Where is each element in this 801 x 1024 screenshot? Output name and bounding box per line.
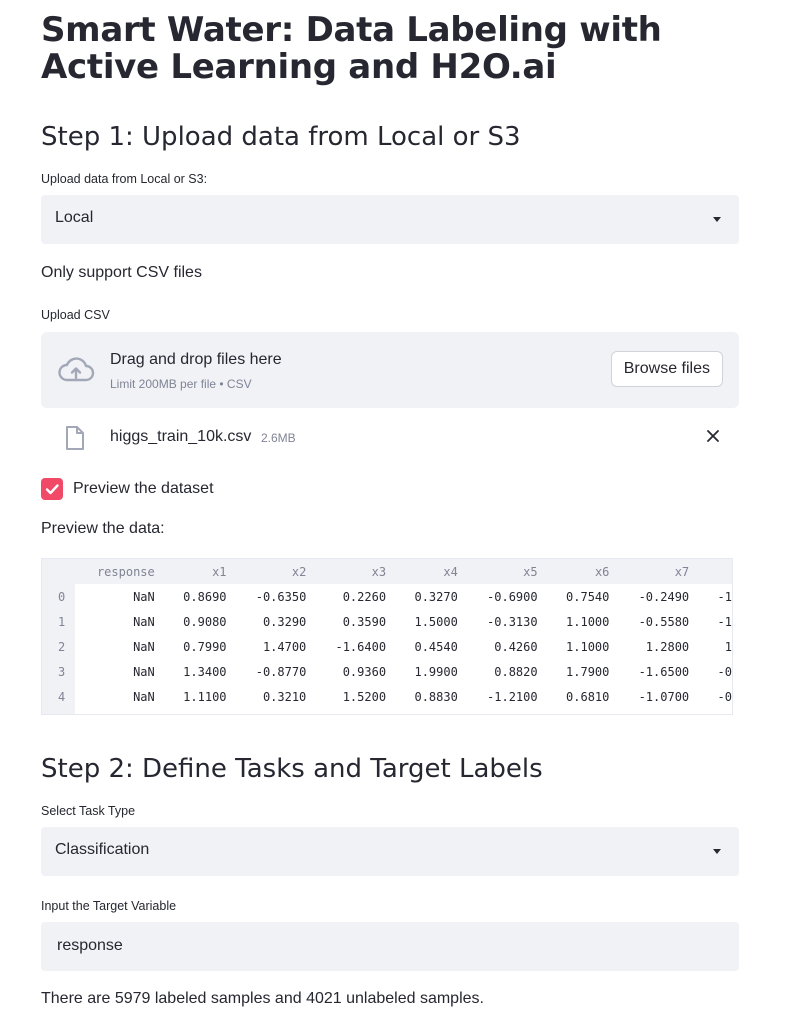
uploaded-file-name: higgs_train_10k.csv xyxy=(110,428,252,445)
table-cell[interactable]: -0.2490 xyxy=(609,584,690,609)
row-index: 3 xyxy=(58,664,66,679)
row-index: 2 xyxy=(58,639,66,654)
target-variable-input[interactable]: response xyxy=(41,922,739,971)
dropzone-limit: Limit 200MB per file • CSV xyxy=(110,377,252,391)
table-cell[interactable]: 1.1100 xyxy=(155,684,226,709)
column-header[interactable]: x5 xyxy=(458,559,537,584)
table-cell[interactable]: -1 xyxy=(689,609,732,634)
check-icon xyxy=(45,484,59,495)
preview-checkbox[interactable] xyxy=(41,478,63,500)
target-input-label: Input the Target Variable xyxy=(41,899,177,913)
upload-label: Upload CSV xyxy=(41,308,110,322)
source-select-value: Local xyxy=(55,209,94,226)
table-cell[interactable]: 0.2260 xyxy=(306,584,386,609)
target-variable-value: response xyxy=(57,937,123,954)
table-cell[interactable]: 1.1000 xyxy=(538,634,609,659)
column-header[interactable]: x7 xyxy=(609,559,689,584)
table-cell[interactable]: NaN xyxy=(75,684,155,709)
table-cell[interactable]: -0.5580 xyxy=(609,609,690,634)
task-select[interactable]: Classification xyxy=(41,827,739,876)
table-cell[interactable]: 1.5000 xyxy=(386,609,457,634)
column-header[interactable]: x6 xyxy=(538,559,609,584)
table-cell[interactable]: 0.7540 xyxy=(538,584,609,609)
table-cell[interactable]: 1.4700 xyxy=(227,634,306,659)
preview-table[interactable]: response x1 x2 x3 x4 x5 x6 x7 0 NaN 0.8690… xyxy=(41,558,733,715)
table-cell[interactable]: -1.6400 xyxy=(306,634,386,659)
table-row[interactable]: 2 NaN 0.7990 1.4700 -1.6400 0.4540 0.4260 1.100… xyxy=(42,634,732,659)
table-cell[interactable]: 0.3590 xyxy=(306,609,386,634)
table-cell[interactable]: NaN xyxy=(75,659,155,684)
csv-note: Only support CSV files xyxy=(41,264,202,281)
table-body: 0 NaN 0.8690 -0.6350 0.2260 0.3270 -0.6900 0.75… xyxy=(42,584,732,709)
close-icon[interactable] xyxy=(706,429,720,443)
table-row[interactable]: 1 NaN 0.9080 0.3290 0.3590 1.5000 -0.3130 1.100… xyxy=(42,609,732,634)
column-header[interactable]: response xyxy=(75,559,155,584)
preview-checkbox-label[interactable]: Preview the dataset xyxy=(73,480,214,498)
preview-heading: Preview the data: xyxy=(41,520,165,537)
table-cell[interactable]: 0.8830 xyxy=(386,684,457,709)
table-cell[interactable]: 0.4540 xyxy=(386,634,457,659)
table-cell[interactable]: -1.2100 xyxy=(458,684,538,709)
table-cell[interactable]: 0.7990 xyxy=(155,634,226,659)
table-cell[interactable]: 0.8820 xyxy=(458,659,537,684)
cloud-upload-icon xyxy=(58,357,95,382)
table-cell[interactable]: 0.8690 xyxy=(155,584,226,609)
source-select-label: Upload data from Local or S3: xyxy=(41,172,208,186)
row-index: 0 xyxy=(58,589,66,604)
row-index: 1 xyxy=(58,614,66,629)
table-row[interactable]: 4 NaN 1.1100 0.3210 1.5200 0.8830 -1.2100 0.681… xyxy=(42,684,732,709)
table-cell[interactable]: NaN xyxy=(75,634,155,659)
page-title: Smart Water: Data Labeling with Active L… xyxy=(41,10,662,87)
table-cell[interactable]: 1.7900 xyxy=(538,659,609,684)
table-cell[interactable]: -1.0700 xyxy=(609,684,690,709)
file-icon xyxy=(66,426,84,450)
table-cell[interactable]: -0 xyxy=(689,659,732,684)
step1-heading: Step 1: Upload data from Local or S3 xyxy=(41,122,521,152)
table-cell[interactable]: 0.3270 xyxy=(386,584,457,609)
source-select[interactable]: Local xyxy=(41,195,739,244)
table-cell[interactable]: 1.9900 xyxy=(386,659,457,684)
preview-dataframe: response x1 x2 x3 x4 x5 x6 x7 0 NaN 0.8690… xyxy=(42,559,732,709)
table-cell[interactable]: -1.6500 xyxy=(609,659,690,684)
row-index: 4 xyxy=(58,689,66,704)
table-cell[interactable]: 1.3400 xyxy=(155,659,226,684)
column-header[interactable]: x4 xyxy=(386,559,457,584)
table-row[interactable]: 3 NaN 1.3400 -0.8770 0.9360 1.9900 0.8820 1.790… xyxy=(42,659,732,684)
table-header-row: response x1 x2 x3 x4 x5 x6 x7 xyxy=(42,559,732,584)
table-cell[interactable]: NaN xyxy=(75,609,155,634)
chevron-down-icon xyxy=(713,217,721,222)
table-cell[interactable]: 1.2800 xyxy=(609,634,689,659)
chevron-down-icon xyxy=(713,849,721,854)
table-cell[interactable]: -1 xyxy=(689,584,732,609)
table-cell[interactable]: 1.1000 xyxy=(538,609,609,634)
dropzone-title: Drag and drop files here xyxy=(110,351,282,368)
table-row[interactable]: 0 NaN 0.8690 -0.6350 0.2260 0.3270 -0.6900 0.75… xyxy=(42,584,732,609)
table-cell[interactable]: -0.8770 xyxy=(227,659,307,684)
table-cell[interactable]: -0.6900 xyxy=(458,584,538,609)
step2-heading: Step 2: Define Tasks and Target Labels xyxy=(41,754,543,784)
column-header-truncated xyxy=(689,559,732,584)
column-header[interactable]: x1 xyxy=(155,559,226,584)
table-cell[interactable]: 1 xyxy=(689,634,732,659)
task-select-value: Classification xyxy=(55,841,150,858)
uploaded-file-size: 2.6MB xyxy=(261,431,296,445)
table-cell[interactable]: -0.3130 xyxy=(458,609,538,634)
table-cell[interactable]: 0.3210 xyxy=(227,684,306,709)
column-header[interactable]: x3 xyxy=(306,559,386,584)
table-cell[interactable]: 0.9080 xyxy=(155,609,226,634)
table-cell[interactable]: -0 xyxy=(689,684,732,709)
index-header xyxy=(42,559,75,584)
task-select-label: Select Task Type xyxy=(41,804,136,818)
table-cell[interactable]: 0.9360 xyxy=(306,659,386,684)
table-cell[interactable]: 0.4260 xyxy=(458,634,537,659)
table-cell[interactable]: NaN xyxy=(75,584,155,609)
table-cell[interactable]: -0.6350 xyxy=(227,584,307,609)
sample-summary: There are 5979 labeled samples and 4021 … xyxy=(41,990,484,1007)
column-header[interactable]: x2 xyxy=(227,559,306,584)
browse-files-button[interactable]: Browse files xyxy=(610,351,723,387)
table-cell[interactable]: 1.5200 xyxy=(306,684,386,709)
file-dropzone[interactable]: Drag and drop files here Limit 200MB per… xyxy=(41,332,739,408)
table-cell[interactable]: 0.3290 xyxy=(227,609,306,634)
table-cell[interactable]: 0.6810 xyxy=(538,684,609,709)
